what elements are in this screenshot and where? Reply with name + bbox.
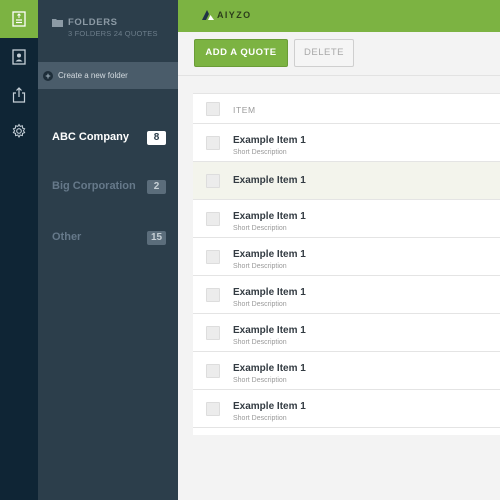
- select-all-checkbox[interactable]: [206, 102, 220, 116]
- row-checkbox[interactable]: [206, 250, 220, 264]
- table-row[interactable]: Example Item 1: [193, 162, 500, 200]
- folders-summary: 3 FOLDERS 24 QUOTES: [68, 29, 158, 38]
- row-title: Example Item 1: [233, 363, 306, 374]
- table-row[interactable]: Example Item 1 Short Description: [193, 238, 500, 276]
- add-quote-button[interactable]: ADD A QUOTE: [194, 39, 288, 67]
- folder-count-badge: 2: [147, 180, 166, 194]
- brand-logo: AIYZO: [202, 9, 252, 20]
- row-description: Short Description: [233, 301, 287, 308]
- rail-item-share[interactable]: [0, 76, 38, 114]
- column-header-item: ITEM: [233, 105, 256, 115]
- logo-text: AIYZO: [217, 9, 252, 20]
- row-description: Short Description: [233, 225, 287, 232]
- folder-name: ABC Company: [52, 131, 130, 143]
- gear-icon: [12, 123, 26, 138]
- folder-item-abc-company[interactable]: ABC Company 8: [52, 130, 168, 145]
- logo-mark-icon: [202, 10, 214, 20]
- folder-count-badge: 8: [147, 131, 166, 145]
- row-title: Example Item 1: [233, 175, 306, 186]
- rail-item-quotes[interactable]: [0, 0, 38, 38]
- table-header: ITEM: [193, 94, 500, 124]
- document-icon: [12, 11, 26, 27]
- rail-item-settings[interactable]: [0, 112, 38, 150]
- toolbar-divider: [178, 75, 500, 76]
- row-title: Example Item 1: [233, 135, 306, 146]
- table-row[interactable]: Example Item 1 Short Description: [193, 124, 500, 162]
- folder-icon: [52, 19, 63, 27]
- row-title: Example Item 1: [233, 249, 306, 260]
- table-row[interactable]: Example Item 1 Short Description: [193, 352, 500, 390]
- create-folder-button[interactable]: + Create a new folder: [38, 62, 178, 89]
- folder-name: Other: [52, 231, 82, 243]
- folders-header: FOLDERS 3 FOLDERS 24 QUOTES: [38, 0, 178, 60]
- table-row[interactable]: Example Item 1 Short Description: [193, 276, 500, 314]
- row-title: Example Item 1: [233, 401, 306, 412]
- main-content: AIYZO ADD A QUOTE DELETE ITEM Example It…: [178, 0, 500, 500]
- folder-item-big-corporation[interactable]: Big Corporation 2: [52, 179, 168, 194]
- plus-icon: +: [43, 70, 53, 81]
- rail-item-contacts[interactable]: [0, 38, 38, 76]
- row-checkbox[interactable]: [206, 326, 220, 340]
- delete-button[interactable]: DELETE: [294, 39, 354, 67]
- row-description: Short Description: [233, 377, 287, 384]
- folder-name: Big Corporation: [52, 180, 136, 192]
- row-title: Example Item 1: [233, 325, 306, 336]
- table-row[interactable]: Example Item 1 Short Description: [193, 314, 500, 352]
- row-description: Short Description: [233, 149, 287, 156]
- items-table: ITEM Example Item 1 Short Description Ex…: [193, 93, 500, 435]
- row-title: Example Item 1: [233, 287, 306, 298]
- row-checkbox[interactable]: [206, 364, 220, 378]
- row-description: Short Description: [233, 339, 287, 346]
- folder-count-badge: 15: [147, 231, 166, 245]
- icon-rail: [0, 0, 38, 500]
- create-folder-label: Create a new folder: [58, 71, 128, 80]
- folder-item-other[interactable]: Other 15: [52, 230, 168, 245]
- contact-card-icon: [12, 49, 26, 65]
- row-checkbox[interactable]: [206, 402, 220, 416]
- share-export-icon: [12, 87, 26, 103]
- row-checkbox[interactable]: [206, 136, 220, 150]
- row-checkbox[interactable]: [206, 174, 220, 188]
- top-bar: AIYZO: [178, 0, 500, 32]
- row-description: Short Description: [233, 415, 287, 422]
- folders-title: FOLDERS: [68, 17, 118, 28]
- row-checkbox[interactable]: [206, 288, 220, 302]
- row-checkbox[interactable]: [206, 212, 220, 226]
- folders-panel: FOLDERS 3 FOLDERS 24 QUOTES + Create a n…: [38, 0, 178, 500]
- row-title: Example Item 1: [233, 211, 306, 222]
- table-row[interactable]: Example Item 1 Short Description: [193, 390, 500, 428]
- table-row[interactable]: Example Item 1 Short Description: [193, 200, 500, 238]
- row-description: Short Description: [233, 263, 287, 270]
